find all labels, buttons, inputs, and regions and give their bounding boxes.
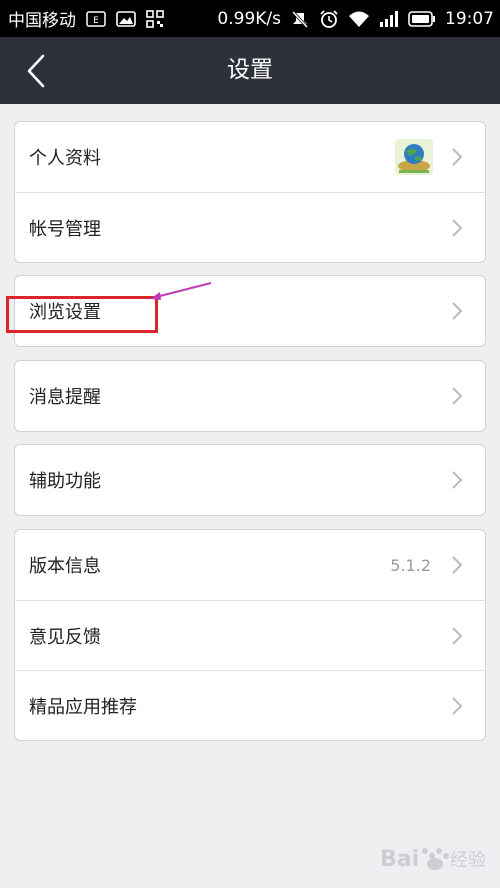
row-browse-settings[interactable]: 浏览设置 xyxy=(15,276,485,346)
wifi-icon xyxy=(348,10,370,28)
row-label: 个人资料 xyxy=(29,148,101,169)
row-account-management[interactable]: 帐号管理 xyxy=(15,192,485,262)
chevron-right-icon xyxy=(452,387,463,405)
network-speed: 0.99K/s xyxy=(217,8,281,29)
row-personal-info[interactable]: 个人资料 xyxy=(15,122,485,192)
svg-text:E: E xyxy=(93,16,99,26)
row-recommended-apps[interactable]: 精品应用推荐 xyxy=(15,670,485,740)
chevron-right-icon xyxy=(452,148,463,166)
title-bar: 设置 xyxy=(0,37,500,104)
status-bar: 中国移动 E 0.99K/s 19:07 xyxy=(0,0,500,37)
row-label: 意见反馈 xyxy=(29,626,101,648)
baidu-watermark: Bai 经验 xyxy=(376,832,486,882)
qr-icon xyxy=(146,9,164,28)
settings-group-profile: 个人资料 帐号管理 xyxy=(14,121,486,263)
page-title: 设置 xyxy=(227,57,273,83)
chevron-right-icon xyxy=(452,696,463,715)
alarm-icon xyxy=(319,9,339,29)
settings-group-browse: 浏览设置 xyxy=(14,275,486,347)
row-accessibility[interactable]: 辅助功能 xyxy=(15,445,485,515)
chevron-right-icon xyxy=(452,626,463,645)
svg-text:经验: 经验 xyxy=(450,850,486,871)
row-message-reminder[interactable]: 消息提醒 xyxy=(15,361,485,431)
row-label: 浏览设置 xyxy=(29,302,101,323)
row-label: 消息提醒 xyxy=(29,387,101,408)
chevron-right-icon xyxy=(452,218,463,237)
row-label: 辅助功能 xyxy=(29,471,101,492)
row-label: 精品应用推荐 xyxy=(29,696,137,718)
settings-group-notifications: 消息提醒 xyxy=(14,360,486,432)
version-value: 5.1.2 xyxy=(390,555,431,575)
chevron-right-icon xyxy=(452,302,463,320)
row-version-info[interactable]: 版本信息 5.1.2 xyxy=(15,530,485,600)
settings-group-about: 版本信息 5.1.2 意见反馈 精品应用推荐 xyxy=(14,529,486,741)
carrier-label: 中国移动 xyxy=(8,11,76,31)
chevron-right-icon xyxy=(452,471,463,489)
svg-text:Bai: Bai xyxy=(380,847,419,872)
row-label: 帐号管理 xyxy=(29,218,101,240)
signal-icon xyxy=(379,10,399,28)
image-icon xyxy=(116,10,136,27)
clock: 19:07 xyxy=(445,8,494,29)
settings-group-accessibility: 辅助功能 xyxy=(14,444,486,516)
battery-icon xyxy=(408,10,436,27)
row-feedback[interactable]: 意见反馈 xyxy=(15,600,485,670)
row-label: 版本信息 xyxy=(29,556,101,577)
mute-icon xyxy=(290,9,310,29)
edge-e-icon: E xyxy=(86,10,106,27)
avatar xyxy=(395,139,433,175)
chevron-right-icon xyxy=(452,556,463,574)
